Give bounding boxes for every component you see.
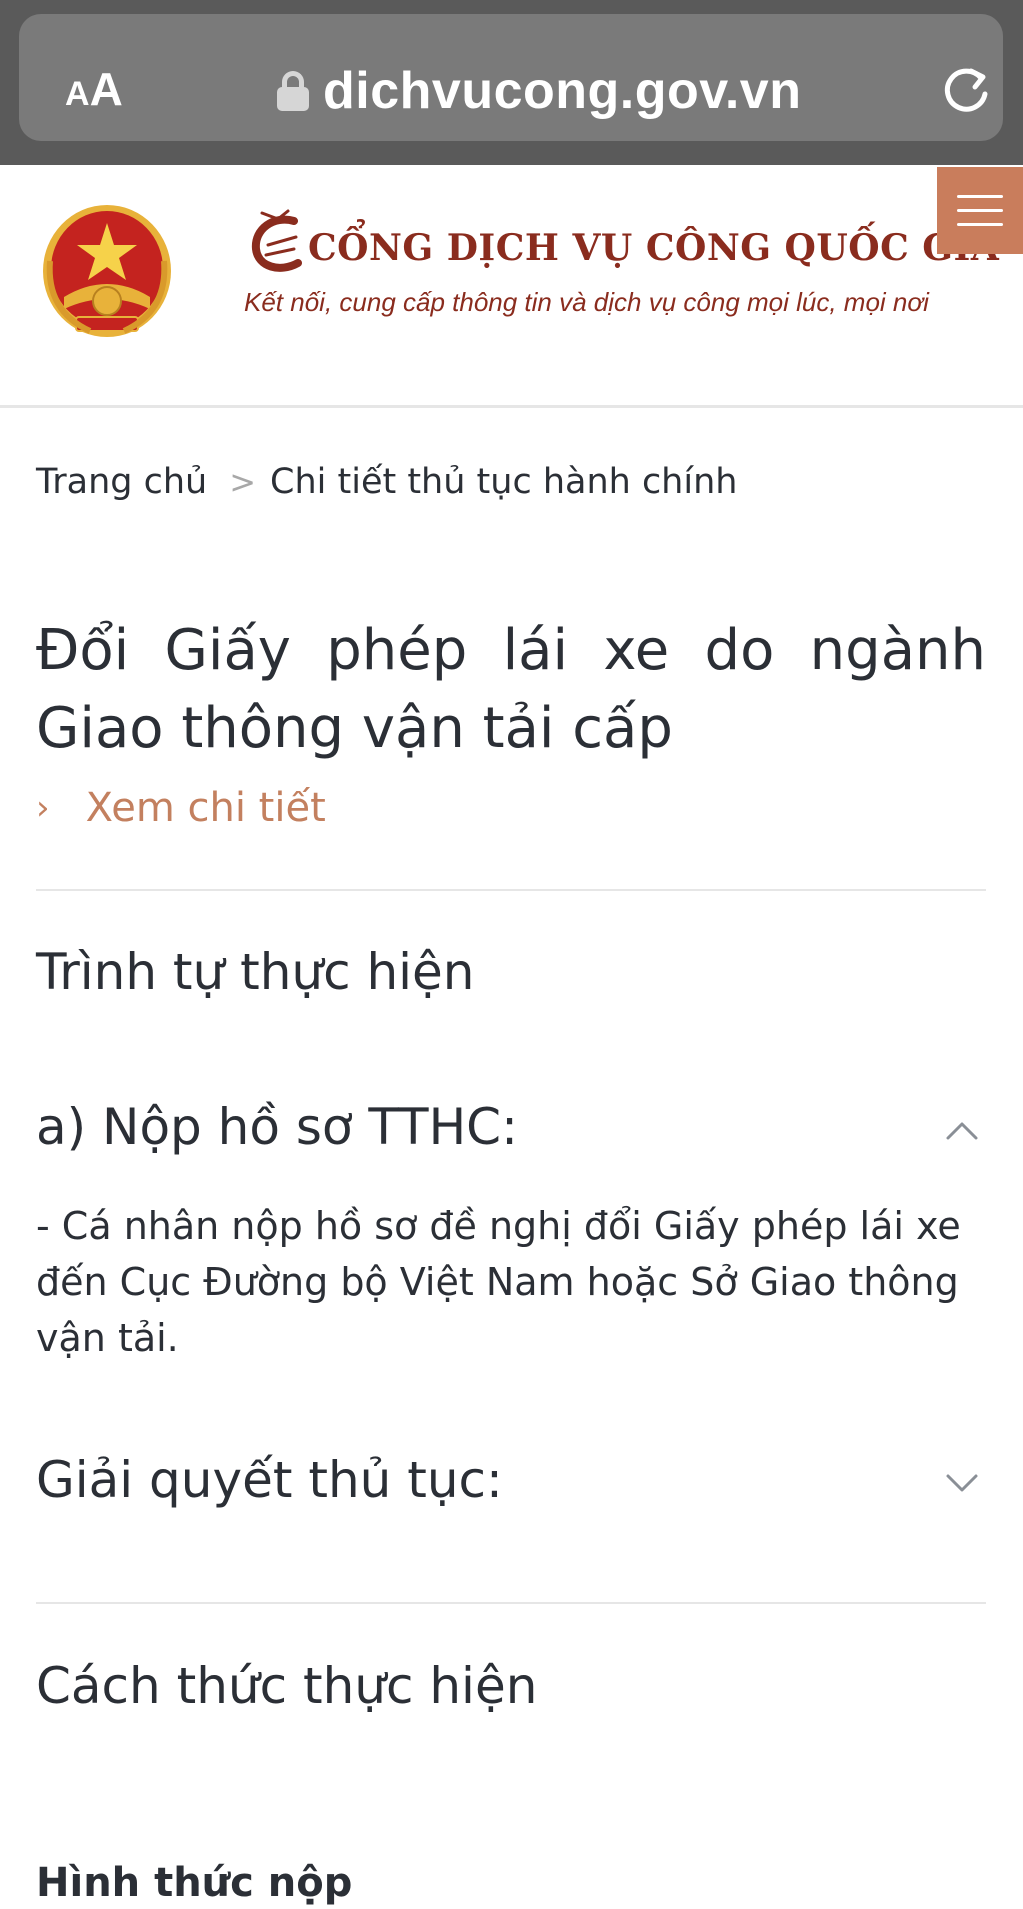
section-heading-method: Cách thức thực hiện (36, 1657, 538, 1715)
reload-icon[interactable] (941, 64, 993, 116)
breadcrumb-current: Chi tiết thủ tục hành chính (270, 462, 738, 502)
site-logo[interactable]: CỔNG DỊCH VỤ CÔNG QUỐC GIA Kết nối, cung… (244, 205, 1004, 318)
breadcrumb: Trang chủ > Chi tiết thủ tục hành chính (36, 462, 737, 502)
lock-icon (277, 71, 309, 111)
page-title: Đổi Giấy phép lái xe do ngành Giao thông… (36, 618, 986, 761)
chevron-down-icon[interactable] (944, 1472, 980, 1496)
menu-line-icon (957, 209, 1003, 212)
url-display[interactable]: dichvucong.gov.vn (277, 58, 801, 124)
menu-line-icon (957, 223, 1003, 226)
accordion-step-a-body: - Cá nhân nộp hồ sơ đề nghị đổi Giấy phé… (36, 1204, 961, 1360)
chevron-up-icon[interactable] (944, 1118, 980, 1142)
view-detail-link[interactable]: › Xem chi tiết (36, 785, 326, 831)
breadcrumb-separator: > (229, 463, 257, 501)
section-divider (36, 889, 986, 891)
browser-toolbar: AA dichvucong.gov.vn (0, 0, 1023, 165)
national-emblem-icon[interactable] (36, 201, 178, 345)
section-heading-sequence: Trình tự thực hiện (36, 943, 475, 1001)
logo-bird-icon (251, 209, 302, 272)
accordion-step-a-title[interactable]: a) Nộp hồ sơ TTHC: (36, 1098, 518, 1156)
view-detail-label: Xem chi tiết (85, 785, 326, 831)
hamburger-menu-button[interactable] (937, 167, 1023, 254)
address-bar[interactable]: AA dichvucong.gov.vn (19, 14, 1003, 141)
accordion-step-b-title[interactable]: Giải quyết thủ tục: (36, 1451, 503, 1509)
site-title: CỔNG DỊCH VỤ CÔNG QUỐC GIA (308, 227, 1000, 269)
site-slogan: Kết nối, cung cấp thông tin và dịch vụ c… (244, 287, 929, 317)
menu-line-icon (957, 195, 1003, 198)
breadcrumb-home[interactable]: Trang chủ (36, 462, 207, 502)
section-divider (36, 1602, 986, 1604)
url-text: dichvucong.gov.vn (323, 62, 802, 120)
site-header: CỔNG DỊCH VỤ CÔNG QUỐC GIA Kết nối, cung… (0, 165, 1023, 408)
text-size-button[interactable]: AA (65, 62, 123, 118)
chevron-right-icon: › (36, 788, 50, 828)
sub-heading-submission-form: Hình thức nộp (36, 1860, 353, 1906)
